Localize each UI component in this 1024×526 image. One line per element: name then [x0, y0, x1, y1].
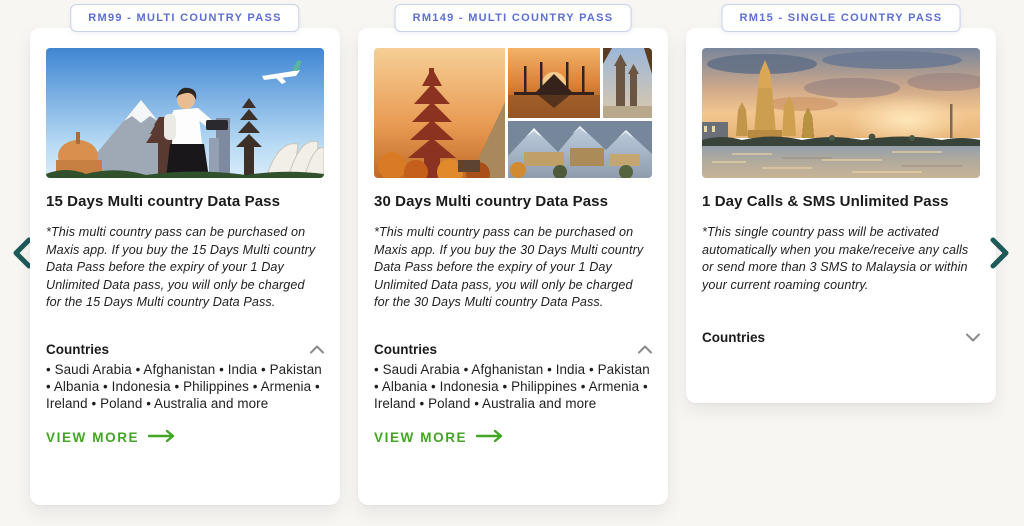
card-image-travel-landmarks — [46, 48, 324, 178]
carousel-next-button[interactable] — [986, 237, 1014, 271]
countries-label: Countries — [374, 341, 438, 357]
view-more-label: VIEW MORE — [46, 429, 140, 445]
arrow-right-icon — [147, 429, 176, 445]
countries-list: • Saudi Arabia • Afghanistan • India • P… — [46, 361, 322, 411]
countries-accordion-toggle[interactable]: Countries — [374, 342, 652, 357]
pass-title: 1 Day Calls & SMS Unlimited Pass — [702, 193, 949, 210]
card-image-temple-sunset — [702, 48, 980, 178]
pass-title: 30 Days Multi country Data Pass — [374, 193, 609, 210]
chevron-right-icon — [989, 237, 1011, 272]
pass-card-15-days-multi: RM99 - MULTI COUNTRY PASS 15 Days Multi … — [30, 4, 340, 505]
chevron-down-icon[interactable] — [966, 333, 980, 342]
pass-card-30-days-multi: RM149 - MULTI COUNTRY PASS 30 Days Multi… — [358, 4, 668, 505]
pass-title: 15 Days Multi country Data Pass — [46, 193, 281, 210]
roaming-pass-carousel: RM99 - MULTI COUNTRY PASS 15 Days Multi … — [0, 0, 1024, 526]
pass-description: *This single country pass will be activa… — [702, 225, 969, 292]
countries-list: • Saudi Arabia • Afghanistan • India • P… — [374, 361, 650, 411]
countries-accordion-toggle[interactable]: Countries — [46, 342, 324, 357]
pass-description: *This multi country pass can be purchase… — [374, 225, 644, 309]
view-more-label: VIEW MORE — [374, 429, 468, 445]
countries-label: Countries — [702, 330, 766, 345]
countries-label: Countries — [46, 341, 110, 357]
view-more-link[interactable]: VIEW MORE — [46, 429, 176, 445]
pass-card-1-day-calls-sms: RM15 - SINGLE COUNTRY PASS 1 Day Calls &… — [686, 4, 996, 403]
price-badge: RM99 - MULTI COUNTRY PASS — [70, 4, 300, 32]
countries-accordion-toggle[interactable]: Countries — [702, 330, 980, 345]
arrow-right-icon — [475, 429, 504, 445]
view-more-link[interactable]: VIEW MORE — [374, 429, 504, 445]
chevron-up-icon[interactable] — [310, 345, 324, 354]
chevron-up-icon[interactable] — [638, 345, 652, 354]
pass-description: *This multi country pass can be purchase… — [46, 225, 316, 309]
price-badge: RM149 - MULTI COUNTRY PASS — [394, 4, 632, 32]
card-image-landmark-collage — [374, 48, 652, 178]
price-badge: RM15 - SINGLE COUNTRY PASS — [721, 4, 961, 32]
